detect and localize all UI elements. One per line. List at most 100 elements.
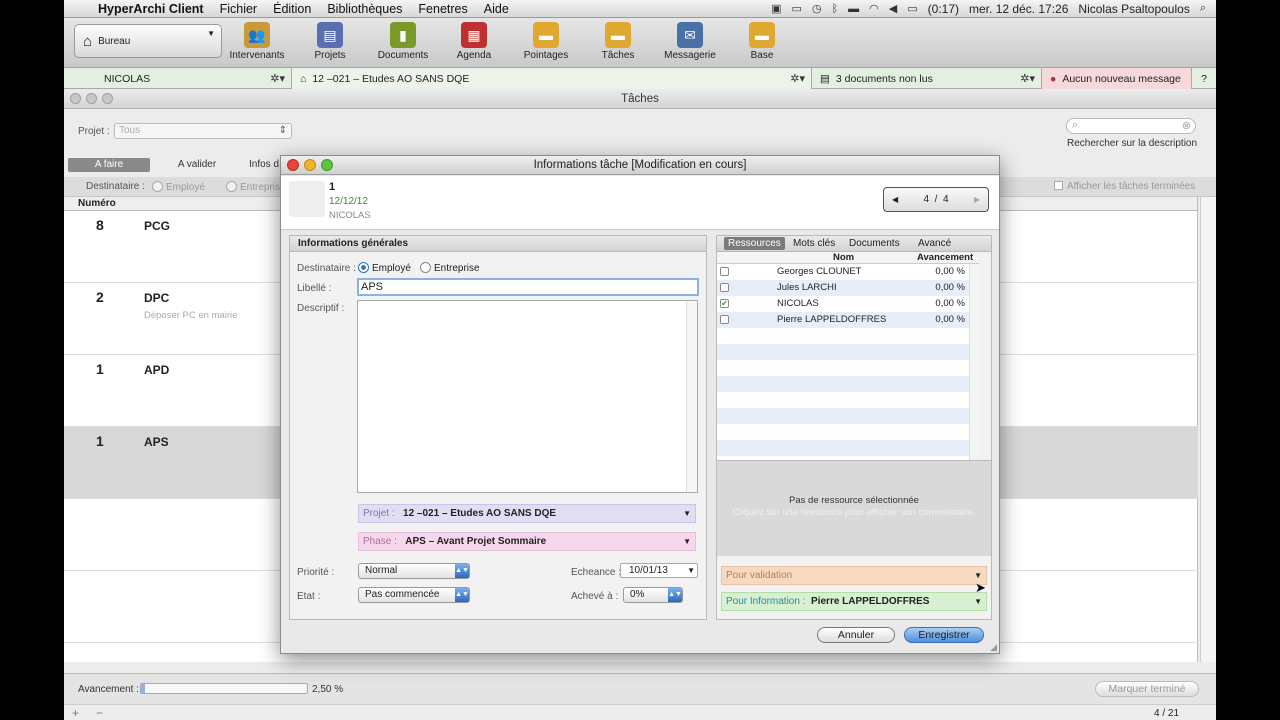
projets-button[interactable]: ▤ Projets	[295, 22, 365, 61]
information-popup[interactable]: Pour Information : Pierre LAPPELDOFFRES …	[721, 592, 987, 611]
resource-row[interactable]: ✔ NICOLAS 0,00 %	[717, 296, 979, 312]
user-menu[interactable]: Nicolas Psaltopoulos	[1078, 2, 1189, 16]
acheve-value: 0%	[630, 589, 645, 600]
zoom-icon[interactable]	[102, 93, 113, 104]
menu-edition[interactable]: Édition	[265, 2, 319, 16]
menu-fichier[interactable]: Fichier	[212, 2, 266, 16]
gear-icon[interactable]: ✲▾	[1020, 72, 1035, 85]
status-project[interactable]: ⌂ 12 –021 – Etudes AO SANS DQE ✲▾	[292, 68, 812, 89]
clock[interactable]: mer. 12 déc. 17:26	[969, 2, 1068, 16]
spotlight-icon[interactable]: ⌕	[1200, 2, 1206, 15]
cancel-button[interactable]: Annuler	[817, 627, 895, 643]
display-icon[interactable]: ▭	[792, 2, 802, 15]
resource-checkbox[interactable]: ✔	[720, 299, 729, 308]
projet-select[interactable]: Tous ⇕	[114, 123, 292, 139]
bluetooth-icon[interactable]: ᛒ	[832, 3, 839, 15]
resource-row[interactable]: Pierre LAPPELDOFFRES 0,00 %	[717, 312, 979, 328]
dialog-projet-value: 12 –021 – Etudes AO SANS DQE	[403, 508, 557, 519]
dest-entreprise-option[interactable]: Entreprise	[420, 262, 480, 274]
next-icon[interactable]: ▶	[974, 195, 980, 204]
updown-icon: ⇕	[278, 125, 287, 136]
documents-button[interactable]: ▮ Documents	[368, 22, 438, 61]
resource-checkbox[interactable]	[720, 283, 729, 292]
menu-aide[interactable]: Aide	[476, 2, 517, 16]
chevron-down-icon: ▼	[683, 509, 691, 518]
gear-icon[interactable]: ✲▾	[270, 72, 285, 85]
gear-icon[interactable]: ✲▾	[790, 72, 805, 85]
dest-employe-label: Employé	[166, 182, 205, 193]
base-button[interactable]: ▬ Base	[727, 22, 797, 61]
tab-infos[interactable]: Infos d	[244, 158, 284, 172]
intervenants-button[interactable]: 👥 Intervenants	[222, 22, 292, 61]
status-row: NICOLAS ✲▾ ⌂ 12 –021 – Etudes AO SANS DQ…	[64, 68, 1216, 89]
calendar-dropdown-icon[interactable]: ▼	[687, 564, 695, 577]
priorite-select[interactable]: Normal ▲▼	[358, 563, 470, 579]
add-icon[interactable]: +	[72, 706, 79, 720]
column-avancement[interactable]: Avancement	[917, 252, 973, 263]
minimize-icon[interactable]	[304, 159, 316, 171]
screen-icon[interactable]: ▬	[848, 3, 859, 15]
tab-a-valider[interactable]: A valider	[164, 158, 230, 172]
dest-entreprise-radio[interactable]: Entrepris	[226, 181, 280, 193]
status-documents[interactable]: ▤ 3 documents non lus ✲▾	[812, 68, 1042, 89]
descriptif-textarea[interactable]	[357, 300, 698, 493]
wifi-icon[interactable]: ◠	[869, 2, 879, 15]
bureau-label: Bureau	[98, 35, 131, 47]
close-icon[interactable]	[70, 93, 81, 104]
help-button[interactable]: ?	[1192, 68, 1216, 89]
taches-button[interactable]: ▬ Tâches	[583, 22, 653, 61]
etat-select[interactable]: Pas commencée ▲▼	[358, 587, 470, 603]
mark-done-button[interactable]: Marquer terminé	[1095, 681, 1199, 697]
dest-employe-option[interactable]: Employé	[358, 262, 411, 274]
bureau-button[interactable]: ⌂ Bureau ▼	[74, 24, 222, 58]
resource-row[interactable]: Georges CLOUNET 0,00 %	[717, 264, 979, 280]
dialog-controls	[287, 159, 333, 171]
save-button[interactable]: Enregistrer	[904, 627, 984, 643]
show-done-checkbox[interactable]: Afficher les tâches terminées	[1054, 181, 1195, 192]
battery-icon[interactable]: ▭	[907, 2, 917, 15]
libelle-field[interactable]: APS	[357, 278, 699, 296]
status-user[interactable]: NICOLAS ✲▾	[64, 68, 292, 89]
calendar-icon: ▦	[461, 22, 487, 48]
descriptif-scrollbar[interactable]	[686, 301, 697, 492]
list-scrollbar[interactable]	[1200, 197, 1216, 662]
document-icon: ▮	[390, 22, 416, 48]
volume-icon[interactable]: ◀	[889, 2, 897, 15]
clear-icon[interactable]: ⊗	[1182, 119, 1191, 132]
tab-documents[interactable]: Documents	[845, 237, 904, 250]
echeance-field[interactable]: 10/01/13 ▼	[620, 563, 698, 578]
messagerie-button[interactable]: ✉ Messagerie	[655, 22, 725, 61]
remove-icon[interactable]: −	[96, 706, 103, 720]
app-menu[interactable]: HyperArchi Client	[90, 2, 212, 16]
menu-bibliotheques[interactable]: Bibliothèques	[319, 2, 410, 16]
camera-icon[interactable]: ▣	[771, 2, 781, 15]
radio-icon	[420, 262, 431, 273]
empty-row	[717, 360, 979, 376]
tab-ressources[interactable]: Ressources	[724, 237, 785, 250]
close-icon[interactable]	[287, 159, 299, 171]
resize-grip-icon[interactable]: ◢	[990, 642, 997, 653]
resources-scrollbar[interactable]	[969, 264, 979, 460]
resource-row[interactable]: Jules LARCHI 0,00 %	[717, 280, 979, 296]
zoom-icon[interactable]	[321, 159, 333, 171]
echeance-label: Echeance :	[571, 567, 622, 578]
projet-popup[interactable]: Projet : 12 –021 – Etudes AO SANS DQE ▼	[358, 504, 696, 523]
validation-popup[interactable]: Pour validation ▼	[721, 566, 987, 585]
pointages-button[interactable]: ▬ Pointages	[511, 22, 581, 61]
previous-icon[interactable]: ◀	[892, 195, 898, 204]
tab-avance[interactable]: Avancé	[914, 237, 955, 250]
dest-employe-radio[interactable]: Employé	[152, 181, 205, 193]
time-machine-icon[interactable]: ◷	[812, 2, 822, 15]
phase-popup[interactable]: Phase : APS – Avant Projet Sommaire ▼	[358, 532, 696, 551]
menu-fenetres[interactable]: Fenetres	[410, 2, 475, 16]
column-nom[interactable]: Nom	[833, 252, 854, 263]
resource-checkbox[interactable]	[720, 315, 729, 324]
acheve-select[interactable]: 0% ▲▼	[623, 587, 683, 603]
status-messages[interactable]: ● Aucun nouveau message	[1042, 68, 1192, 89]
resource-checkbox[interactable]	[720, 267, 729, 276]
agenda-button[interactable]: ▦ Agenda	[439, 22, 509, 61]
tab-mots-cles[interactable]: Mots clés	[789, 237, 839, 250]
minimize-icon[interactable]	[86, 93, 97, 104]
tab-a-faire[interactable]: A faire	[68, 158, 150, 172]
search-input[interactable]: ⌕ ⊗	[1066, 118, 1196, 134]
